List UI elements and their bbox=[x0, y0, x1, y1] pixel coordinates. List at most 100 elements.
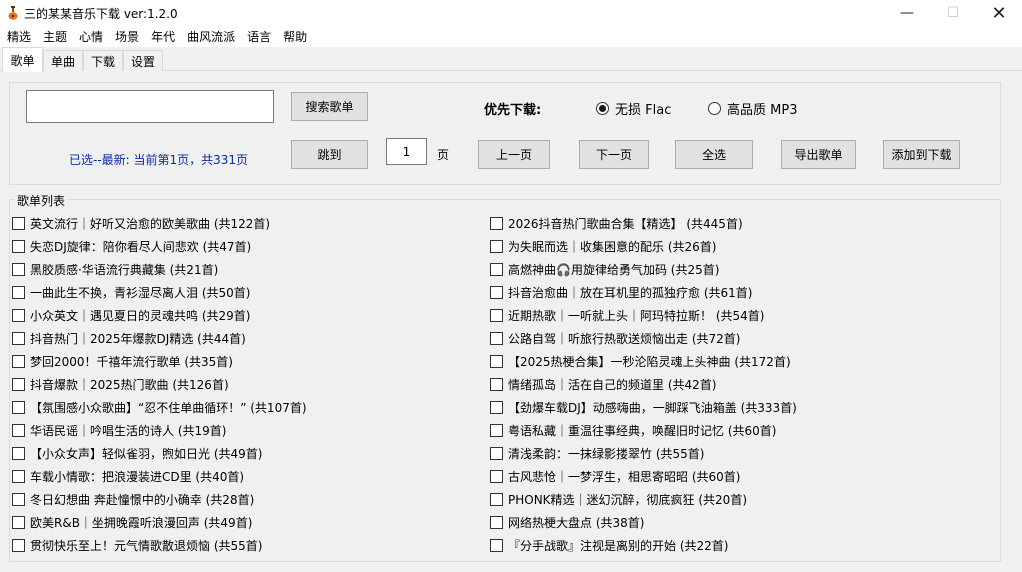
checkbox[interactable] bbox=[12, 424, 25, 437]
list-item[interactable]: 小众英文｜遇见夏日的灵魂共鸣 (共29首) bbox=[12, 304, 482, 327]
checkbox[interactable] bbox=[490, 470, 503, 483]
checkbox[interactable] bbox=[12, 470, 25, 483]
checkbox[interactable] bbox=[490, 539, 503, 552]
list-item[interactable]: 抖音治愈曲｜放在耳机里的孤独疗愈 (共61首) bbox=[490, 281, 960, 304]
checkbox[interactable] bbox=[12, 539, 25, 552]
checkbox[interactable] bbox=[490, 332, 503, 345]
menu-item[interactable]: 场景 bbox=[107, 26, 143, 46]
list-item[interactable]: PHONK精选｜迷幻沉醉，彻底疯狂 (共20首) bbox=[490, 488, 960, 511]
export-playlist-button[interactable]: 导出歌单 bbox=[781, 140, 856, 169]
list-item[interactable]: 古风悲怆｜一梦浮生，相思寄昭昭 (共60首) bbox=[490, 465, 960, 488]
menu-item[interactable]: 主题 bbox=[35, 26, 71, 46]
checkbox[interactable] bbox=[490, 493, 503, 506]
checkbox[interactable] bbox=[490, 401, 503, 414]
list-item[interactable]: 2026抖音热门歌曲合集【精选】 (共445首) bbox=[490, 212, 960, 235]
checkbox[interactable] bbox=[490, 424, 503, 437]
checkbox[interactable] bbox=[490, 355, 503, 368]
radio-flac[interactable]: 无损 Flac bbox=[596, 99, 671, 118]
checkbox[interactable] bbox=[12, 286, 25, 299]
checkbox[interactable] bbox=[12, 355, 25, 368]
list-item[interactable]: 黑胶质感·华语流行典藏集 (共21首) bbox=[12, 258, 482, 281]
playlist-name: 英文流行｜好听又治愈的欧美歌曲 (共122首) bbox=[30, 217, 271, 231]
playlist-name: 抖音治愈曲｜放在耳机里的孤独疗愈 (共61首) bbox=[508, 286, 753, 300]
checkbox[interactable] bbox=[490, 286, 503, 299]
radio-dot-checked[interactable] bbox=[596, 102, 609, 115]
list-item[interactable]: 欧美R&B｜坐拥晚霞听浪漫回声 (共49首) bbox=[12, 511, 482, 534]
list-item[interactable]: 【氛围感小众歌曲】“忍不住单曲循环！” (共107首) bbox=[12, 396, 482, 419]
list-item[interactable]: 公路自驾｜听旅行热歌送烦恼出走 (共72首) bbox=[490, 327, 960, 350]
playlist-name: 近期热歌｜一听就上头｜阿玛特拉斯！ (共54首) bbox=[508, 309, 765, 323]
list-item[interactable]: 清浅柔韵：一抹绿影搂翠竹 (共55首) bbox=[490, 442, 960, 465]
next-page-button[interactable]: 下一页 bbox=[579, 140, 649, 169]
playlist-name: 情绪孤岛｜活在自己的频道里 (共42首) bbox=[508, 378, 717, 392]
playlist-name: 梦回2000！千禧年流行歌单 (共35首) bbox=[30, 355, 233, 369]
list-item[interactable]: 【2025热梗合集】一秒沦陷灵魂上头神曲 (共172首) bbox=[490, 350, 960, 373]
checkbox[interactable] bbox=[12, 447, 25, 460]
list-item[interactable]: 『分手战歌』注视是离别的开始 (共22首) bbox=[490, 534, 960, 557]
checkbox[interactable] bbox=[490, 309, 503, 322]
prev-page-button[interactable]: 上一页 bbox=[478, 140, 550, 169]
checkbox[interactable] bbox=[12, 401, 25, 414]
close-button[interactable]: ✕ bbox=[976, 0, 1022, 26]
list-item[interactable]: 英文流行｜好听又治愈的欧美歌曲 (共122首) bbox=[12, 212, 482, 235]
playlist-name: 【2025热梗合集】一秒沦陷灵魂上头神曲 (共172首) bbox=[508, 355, 791, 369]
checkbox[interactable] bbox=[12, 516, 25, 529]
tab-settings[interactable]: 设置 bbox=[123, 50, 163, 71]
menu-item[interactable]: 年代 bbox=[143, 26, 179, 46]
checkbox[interactable] bbox=[490, 217, 503, 230]
radio-flac-label: 无损 Flac bbox=[615, 103, 672, 118]
page-number-input[interactable]: 1 bbox=[386, 138, 427, 165]
maximize-button[interactable]: ☐ bbox=[930, 0, 976, 26]
playlist-list-left: 英文流行｜好听又治愈的欧美歌曲 (共122首) 失恋DJ旋律：陪你看尽人间悲欢 … bbox=[12, 212, 482, 557]
checkbox[interactable] bbox=[490, 263, 503, 276]
checkbox[interactable] bbox=[12, 493, 25, 506]
playlist-name: PHONK精选｜迷幻沉醉，彻底疯狂 (共20首) bbox=[508, 493, 747, 507]
radio-mp3[interactable]: 高品质 MP3 bbox=[708, 99, 797, 118]
playlist-name: 贯彻快乐至上！元气情歌散退烦恼 (共55首) bbox=[30, 539, 263, 553]
checkbox[interactable] bbox=[12, 217, 25, 230]
checkbox[interactable] bbox=[12, 378, 25, 391]
list-item[interactable]: 一曲此生不换，青衫湿尽离人泪 (共50首) bbox=[12, 281, 482, 304]
minimize-button[interactable]: — bbox=[884, 0, 930, 26]
list-item[interactable]: 【劲爆车载DJ】动感嗨曲，一脚踩飞油箱盖 (共333首) bbox=[490, 396, 960, 419]
menu-item[interactable]: 精选 bbox=[0, 26, 35, 46]
list-item[interactable]: 情绪孤岛｜活在自己的频道里 (共42首) bbox=[490, 373, 960, 396]
tab-singles[interactable]: 单曲 bbox=[43, 50, 83, 71]
tab-downloads[interactable]: 下载 bbox=[83, 50, 123, 71]
search-input[interactable] bbox=[26, 90, 274, 123]
list-item[interactable]: 失恋DJ旋律：陪你看尽人间悲欢 (共47首) bbox=[12, 235, 482, 258]
playlist-name: 小众英文｜遇见夏日的灵魂共鸣 (共29首) bbox=[30, 309, 251, 323]
list-item[interactable]: 抖音爆款｜2025热门歌曲 (共126首) bbox=[12, 373, 482, 396]
list-item[interactable]: 华语民谣｜吟唱生活的诗人 (共19首) bbox=[12, 419, 482, 442]
menu-item[interactable]: 曲风流派 bbox=[179, 26, 239, 46]
checkbox[interactable] bbox=[490, 516, 503, 529]
tab-playlists[interactable]: 歌单 bbox=[2, 47, 43, 72]
list-item[interactable]: 网络热梗大盘点 (共38首) bbox=[490, 511, 960, 534]
checkbox[interactable] bbox=[490, 240, 503, 253]
radio-dot-unchecked[interactable] bbox=[708, 102, 721, 115]
checkbox[interactable] bbox=[12, 240, 25, 253]
checkbox[interactable] bbox=[12, 332, 25, 345]
menu-item[interactable]: 心情 bbox=[71, 26, 107, 46]
checkbox[interactable] bbox=[490, 447, 503, 460]
checkbox[interactable] bbox=[12, 309, 25, 322]
menu-item[interactable]: 语言 bbox=[239, 26, 275, 46]
list-item[interactable]: 梦回2000！千禧年流行歌单 (共35首) bbox=[12, 350, 482, 373]
checkbox[interactable] bbox=[12, 263, 25, 276]
menu-item[interactable]: 帮助 bbox=[275, 26, 311, 46]
list-item[interactable]: 贯彻快乐至上！元气情歌散退烦恼 (共55首) bbox=[12, 534, 482, 557]
list-item[interactable]: 为失眠而选｜收集困意的配乐 (共26首) bbox=[490, 235, 960, 258]
list-item[interactable]: 近期热歌｜一听就上头｜阿玛特拉斯！ (共54首) bbox=[490, 304, 960, 327]
list-item[interactable]: 车载小情歌：把浪漫装进CD里 (共40首) bbox=[12, 465, 482, 488]
list-item[interactable]: 粤语私藏｜重温往事经典，唤醒旧时记忆 (共60首) bbox=[490, 419, 960, 442]
playlist-name: 粤语私藏｜重温往事经典，唤醒旧时记忆 (共60首) bbox=[508, 424, 777, 438]
search-playlist-button[interactable]: 搜索歌单 bbox=[291, 92, 368, 121]
list-item[interactable]: 冬日幻想曲 奔赴憧憬中的小确幸 (共28首) bbox=[12, 488, 482, 511]
list-item[interactable]: 高燃神曲🎧用旋律给勇气加码 (共25首) bbox=[490, 258, 960, 281]
list-item[interactable]: 抖音热门｜2025年爆款DJ精选 (共44首) bbox=[12, 327, 482, 350]
add-to-download-button[interactable]: 添加到下载 bbox=[883, 140, 960, 169]
checkbox[interactable] bbox=[490, 378, 503, 391]
select-all-button[interactable]: 全选 bbox=[675, 140, 753, 169]
jump-button[interactable]: 跳到 bbox=[291, 140, 368, 169]
list-item[interactable]: 【小众女声】轻似雀羽，煦如日光 (共49首) bbox=[12, 442, 482, 465]
